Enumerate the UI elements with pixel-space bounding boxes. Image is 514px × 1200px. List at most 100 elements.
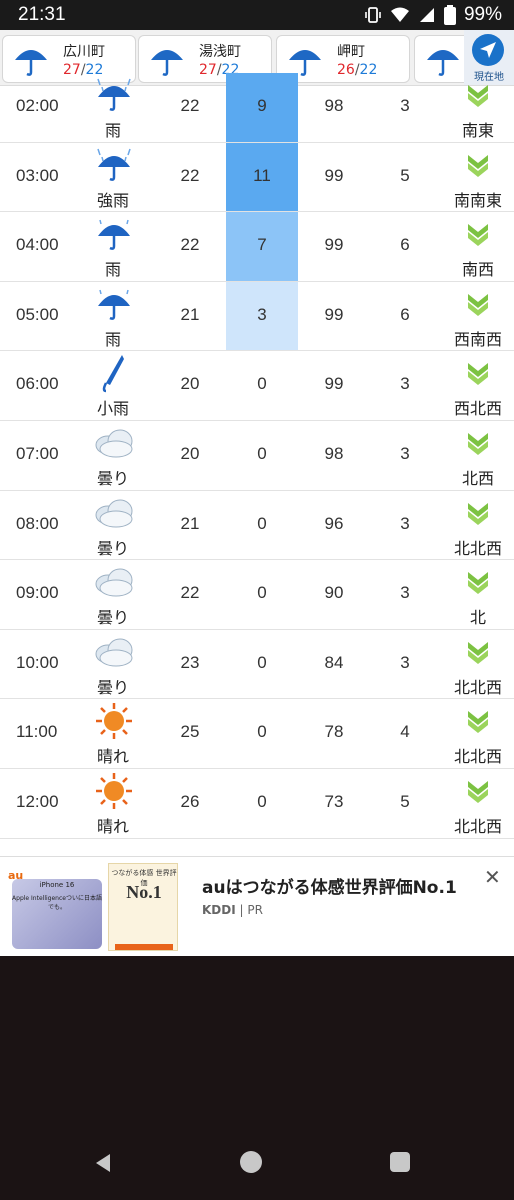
wind-arrow-icon [460,566,496,596]
precipitation: 3 [257,304,267,324]
forecast-row: 08:00 曇り 21 0 96 3 北北西 [0,491,514,561]
heavy-rain-umbrella-icon [92,145,136,185]
humidity: 99 [324,165,344,185]
weather-label: 雨 [104,260,121,280]
forecast-time: 02:00 [16,96,59,115]
precipitation: 9 [257,96,267,115]
weather-label: 曇り [96,538,129,558]
wind-arrow-icon [460,775,496,805]
wind-speed: 6 [400,235,410,255]
wind-direction: 南西 [461,260,494,280]
weather-label: 雨 [104,121,121,140]
recents-icon[interactable] [390,1152,410,1172]
forecast-time: 05:00 [16,304,59,324]
wind-speed: 3 [400,513,410,533]
wind-speed: 3 [400,652,410,672]
forecast-row: 09:00 曇り 22 0 90 3 北 [0,560,514,630]
weather-label: 晴れ [96,747,129,767]
wind-speed: 5 [400,791,410,811]
cloud-icon [92,562,136,602]
wind-direction: 南南東 [453,190,502,210]
ad-phone-subtitle: Apple Intelligenceついに日本語でも。 [12,895,102,911]
battery-percent: 99% [463,4,502,25]
temperature: 23 [180,652,200,672]
temperature: 20 [180,443,200,463]
clock: 21:31 [18,4,66,25]
status-icons: 99% [364,4,502,26]
forecast-time: 03:00 [16,165,59,185]
weather-label: 晴れ [96,816,129,836]
precipitation: 7 [257,235,267,255]
temperature: 21 [180,513,200,533]
humidity: 96 [324,513,344,533]
wind-direction: 北北西 [453,747,502,767]
precipitation: 0 [257,443,267,463]
cloud-icon [92,423,136,463]
sun-icon [92,771,136,811]
wind-speed: 5 [400,165,410,185]
location-name: 岬町 [337,44,365,60]
wind-speed: 6 [400,304,410,324]
precipitation: 0 [257,583,267,603]
ad-badge-bar [115,944,173,950]
forecast-time: 10:00 [16,652,59,672]
humidity: 98 [324,443,344,463]
humidity: 90 [324,583,344,603]
rain-umbrella-icon [92,284,136,324]
wind-direction: 北 [469,608,486,628]
navigation-arrow-icon [472,34,504,66]
wind-direction: 北北西 [453,538,502,558]
precipitation: 0 [257,652,267,672]
location-name: 広川町 [63,44,105,60]
forecast-row: 03:00 強雨 22 11 99 5 南南東 [0,142,514,213]
weather-label: 雨 [104,329,121,349]
humidity: 73 [324,791,344,811]
precipitation: 0 [257,791,267,811]
humidity: 98 [324,96,344,115]
wind-arrow-icon [460,497,496,527]
temperature: 22 [180,583,200,603]
weather-label: 曇り [96,608,129,628]
forecast-time: 06:00 [16,374,59,394]
ad-phone-image [12,879,102,949]
wind-direction: 南東 [461,121,494,140]
back-icon[interactable] [92,1152,114,1174]
humidity: 99 [324,374,344,394]
precipitation: 0 [257,374,267,394]
forecast-time: 11:00 [16,722,58,742]
wind-direction: 北西 [461,468,494,488]
weather-label: 小雨 [96,399,129,419]
system-nav-bar [0,1140,514,1200]
wind-speed: 3 [400,583,410,603]
humidity: 84 [324,652,344,672]
forecast-row: 12:00 晴れ 26 0 73 5 北北西 [0,769,514,839]
wind-speed: 3 [400,96,410,115]
ad-award-badge: つながる体感 世界評価 No.1 [108,863,178,951]
rain-umbrella-icon [92,214,136,254]
temperature: 25 [180,722,200,742]
weather-label: 強雨 [96,190,129,210]
heavy-rain-umbrella-icon [92,75,136,115]
temperature: 22 [180,165,200,185]
wind-arrow-icon [460,149,496,179]
temperature: 22 [180,235,200,255]
forecast-row: 07:00 曇り 20 0 98 3 北西 [0,421,514,491]
temperature: 21 [180,304,200,324]
hourly-forecast-table: 02:00 雨 22 9 98 3 南東 03:00 強雨 22 11 99 5… [0,73,514,839]
ad-sponsor: KDDI | PR [202,903,263,917]
wind-direction: 西南西 [453,329,502,349]
forecast-row: 04:00 雨 22 7 99 6 南西 [0,212,514,282]
wind-speed: 4 [400,722,410,742]
vibrate-icon [365,7,381,23]
wind-arrow-icon [460,218,496,248]
ad-phone-title: iPhone 16 [39,881,75,889]
forecast-row: 06:00 小雨 20 0 99 3 西北西 [0,351,514,421]
ad-headline[interactable]: auはつながる体感世界評価No.1 [202,873,457,898]
wifi-icon [390,7,409,22]
home-icon[interactable] [240,1151,262,1173]
closed-umbrella-icon [92,353,136,393]
ad-close-button[interactable]: ✕ [484,865,501,889]
wind-direction: 北北西 [453,677,502,697]
ad-banner[interactable]: au iPhone 16 Apple Intelligenceついに日本語でも。… [0,856,514,956]
temperature: 22 [180,96,200,115]
